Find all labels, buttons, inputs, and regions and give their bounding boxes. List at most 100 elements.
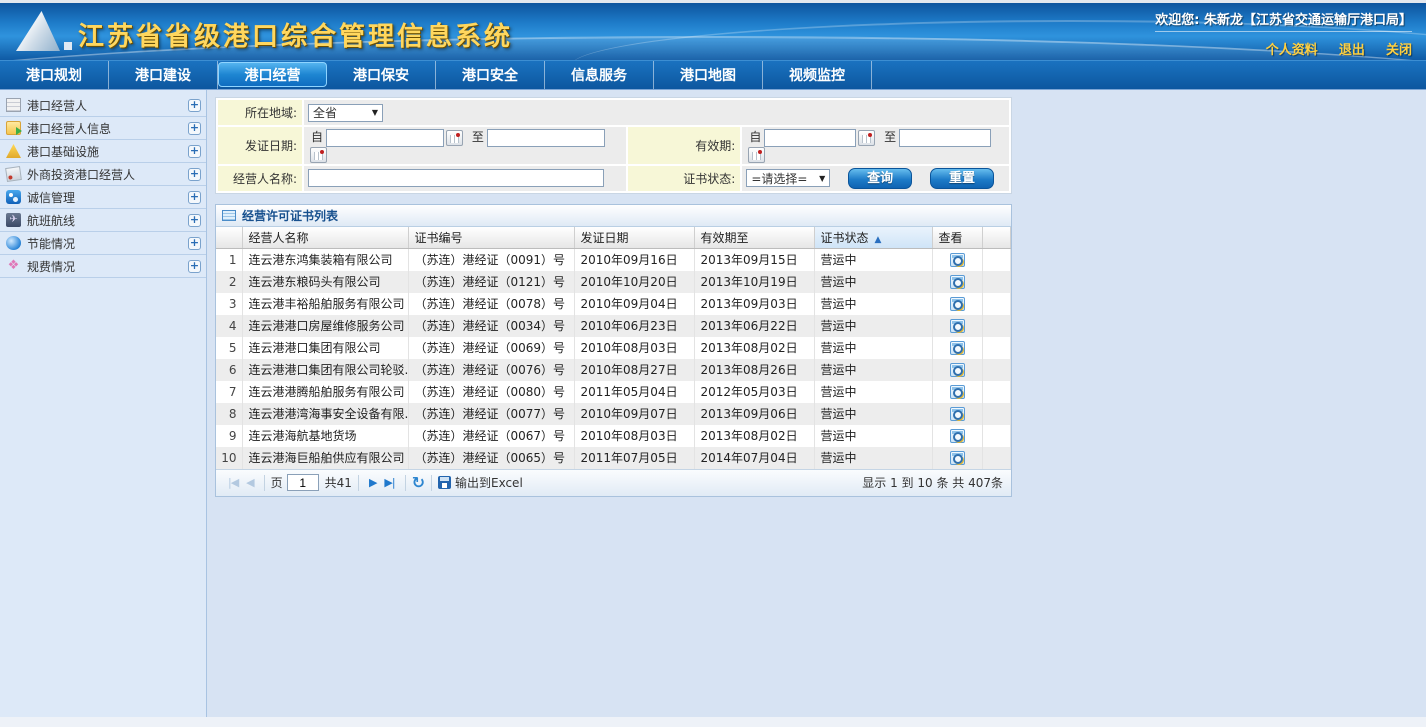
table-row[interactable]: 5 连云港港口集团有限公司 （苏连）港经证（0069）号 2010年08月03日…: [216, 337, 1011, 359]
sidebar-item[interactable]: 外商投资港口经营人 +: [0, 163, 206, 186]
query-button[interactable]: 查询: [848, 168, 912, 189]
operator-name-input[interactable]: [308, 169, 604, 187]
view-detail-icon[interactable]: [950, 297, 965, 311]
col-cert-no[interactable]: 证书编号: [408, 227, 574, 249]
nav-tab[interactable]: 视频监控: [763, 61, 872, 89]
cell-cert-no: （苏连）港经证（0077）号: [408, 403, 574, 425]
col-valid-until[interactable]: 有效期至: [694, 227, 814, 249]
sidebar-item[interactable]: 港口基础设施 +: [0, 140, 206, 163]
table-row[interactable]: 3 连云港丰裕船舶服务有限公司 （苏连）港经证（0078）号 2010年09月0…: [216, 293, 1011, 315]
nav-tab[interactable]: 港口地图: [654, 61, 763, 89]
page: 江苏省省级港口综合管理信息系统 欢迎您: 朱新龙【江苏省交通运输厅港口局】 个人…: [0, 0, 1426, 727]
license-list-title: 经营许可证书列表: [242, 207, 338, 224]
chevron-down-icon: ▼: [372, 108, 378, 117]
operator-name-label: 经营人名称:: [218, 166, 302, 191]
page-number-input[interactable]: [287, 474, 319, 491]
sidebar-item-label: 港口经营人信息: [27, 120, 188, 137]
nav-tab[interactable]: 港口规划: [0, 61, 109, 89]
issue-date-to-input[interactable]: [487, 129, 605, 147]
cell-operator-name: 连云港港腾船舶服务有限公司: [242, 381, 408, 403]
credit-icon: [6, 190, 21, 204]
table-row[interactable]: 8 连云港港湾海事安全设备有限... （苏连）港经证（0077）号 2010年0…: [216, 403, 1011, 425]
first-page-icon[interactable]: |◀: [228, 476, 238, 489]
sidebar-item[interactable]: 节能情况 +: [0, 232, 206, 255]
validity-label: 有效期:: [628, 127, 740, 164]
header-link[interactable]: 关闭: [1386, 43, 1412, 58]
main-area: 所在地域: 全省 ▼ 发证日期: 自 至 有效期:: [207, 90, 1426, 717]
search-form: 所在地域: 全省 ▼ 发证日期: 自 至 有效期:: [215, 97, 1012, 194]
calendar-icon[interactable]: [858, 130, 875, 146]
refresh-icon[interactable]: ↻: [412, 473, 425, 492]
region-label: 所在地域:: [218, 100, 302, 125]
cell-operator-name: 连云港港口房屋维修服务公司: [242, 315, 408, 337]
cell-issue-date: 2010年09月04日: [574, 293, 694, 315]
view-detail-icon[interactable]: [950, 253, 965, 267]
validity-from-input[interactable]: [764, 129, 856, 147]
last-page-icon[interactable]: ▶|: [384, 476, 394, 489]
expand-button[interactable]: +: [188, 214, 201, 227]
header-link[interactable]: 退出: [1339, 43, 1365, 58]
infrastructure-icon: [6, 144, 21, 158]
cell-issue-date: 2010年08月03日: [574, 425, 694, 447]
sidebar-item[interactable]: 港口经营人信息 +: [0, 117, 206, 140]
region-select[interactable]: 全省 ▼: [308, 104, 383, 122]
sidebar-item[interactable]: 规费情况 +: [0, 255, 206, 278]
expand-button[interactable]: +: [188, 237, 201, 250]
prev-page-icon[interactable]: ◀: [246, 476, 253, 489]
nav-tab[interactable]: 信息服务: [545, 61, 654, 89]
table-row[interactable]: 6 连云港港口集团有限公司轮驳... （苏连）港经证（0076）号 2010年0…: [216, 359, 1011, 381]
sidebar-item[interactable]: 航班航线 +: [0, 209, 206, 232]
header-link[interactable]: 个人资料: [1266, 43, 1318, 58]
expand-button[interactable]: +: [188, 260, 201, 273]
nav-tab[interactable]: 港口安全: [436, 61, 545, 89]
expand-button[interactable]: +: [188, 122, 201, 135]
next-page-icon[interactable]: ▶: [369, 476, 376, 489]
calendar-icon[interactable]: [310, 147, 327, 163]
view-detail-icon[interactable]: [950, 275, 965, 289]
col-operator-name[interactable]: 经营人名称: [242, 227, 408, 249]
table-row[interactable]: 1 连云港东鸿集装箱有限公司 （苏连）港经证（0091）号 2010年09月16…: [216, 249, 1011, 271]
cell-issue-date: 2010年06月23日: [574, 315, 694, 337]
table-row[interactable]: 4 连云港港口房屋维修服务公司 （苏连）港经证（0034）号 2010年06月2…: [216, 315, 1011, 337]
expand-button[interactable]: +: [188, 191, 201, 204]
view-detail-icon[interactable]: [950, 451, 965, 465]
logo-dot: [64, 42, 72, 50]
cell-operator-name: 连云港海航基地货场: [242, 425, 408, 447]
col-issue-date[interactable]: 发证日期: [574, 227, 694, 249]
expand-button[interactable]: +: [188, 168, 201, 181]
validity-from-label: 自: [749, 130, 761, 144]
table-row[interactable]: 2 连云港东粮码头有限公司 （苏连）港经证（0121）号 2010年10月20日…: [216, 271, 1011, 293]
cell-issue-date: 2011年07月05日: [574, 447, 694, 469]
export-excel-button[interactable]: 输出到Excel: [438, 474, 523, 491]
reset-button[interactable]: 重置: [930, 168, 994, 189]
calendar-icon[interactable]: [446, 130, 463, 146]
sidebar-item[interactable]: 诚信管理 +: [0, 186, 206, 209]
cert-status-select[interactable]: =请选择= ▼: [746, 169, 830, 187]
cell-valid-until: 2013年09月15日: [694, 249, 814, 271]
nav-tab[interactable]: 港口经营: [218, 62, 327, 87]
view-detail-icon[interactable]: [950, 363, 965, 377]
issue-date-from-input[interactable]: [326, 129, 444, 147]
view-detail-icon[interactable]: [950, 385, 965, 399]
table-row[interactable]: 10 连云港海巨船舶供应有限公司 （苏连）港经证（0065）号 2011年07月…: [216, 447, 1011, 469]
cell-issue-date: 2010年10月20日: [574, 271, 694, 293]
folder-export-icon: [6, 121, 21, 135]
nav-tab[interactable]: 港口保安: [327, 61, 436, 89]
view-detail-icon[interactable]: [950, 319, 965, 333]
col-cert-status[interactable]: 证书状态▲: [814, 227, 932, 249]
nav-tab[interactable]: 港口建设: [109, 61, 218, 89]
sidebar-item[interactable]: 港口经营人 +: [0, 94, 206, 117]
content: 港口经营人 + 港口经营人信息 + 港口基础设施 + 外商投资港: [0, 89, 1426, 717]
expand-button[interactable]: +: [188, 145, 201, 158]
table-row[interactable]: 7 连云港港腾船舶服务有限公司 （苏连）港经证（0080）号 2011年05月0…: [216, 381, 1011, 403]
expand-button[interactable]: +: [188, 99, 201, 112]
cell-cert-status: 营运中: [814, 337, 932, 359]
view-detail-icon[interactable]: [950, 341, 965, 355]
view-detail-icon[interactable]: [950, 407, 965, 421]
sidebar-item-label: 港口经营人: [27, 97, 188, 114]
welcome-text: 欢迎您: 朱新龙【江苏省交通运输厅港口局】: [1155, 9, 1412, 32]
calendar-icon[interactable]: [748, 147, 765, 163]
validity-to-input[interactable]: [899, 129, 991, 147]
table-row[interactable]: 9 连云港海航基地货场 （苏连）港经证（0067）号 2010年08月03日 2…: [216, 425, 1011, 447]
view-detail-icon[interactable]: [950, 429, 965, 443]
